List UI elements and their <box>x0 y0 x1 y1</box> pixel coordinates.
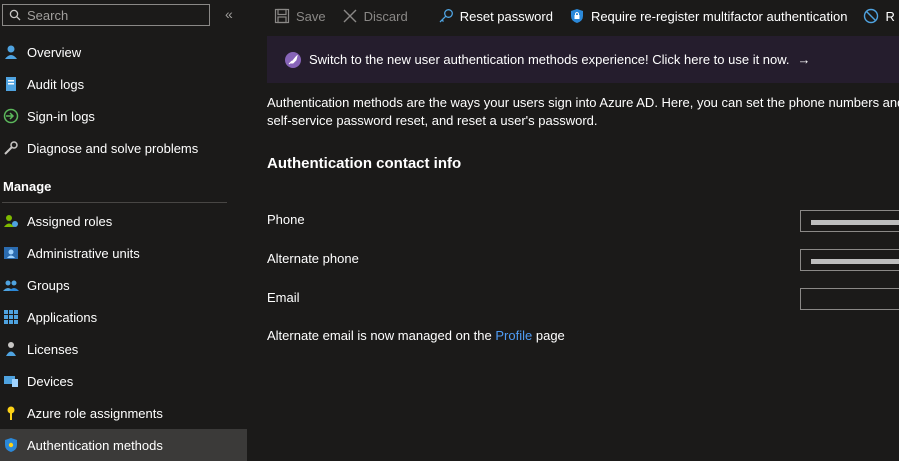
search-icon <box>9 9 21 21</box>
sidebar-item-label: Authentication methods <box>27 437 163 453</box>
sidebar-item-label: Diagnose and solve problems <box>27 140 199 156</box>
alternate-phone-label: Alternate phone <box>267 251 359 266</box>
sidebar-item-devices[interactable]: Devices <box>0 365 247 397</box>
email-label: Email <box>267 290 300 305</box>
devices-icon <box>3 373 19 389</box>
sidebar-item-authentication-methods[interactable]: Authentication methods <box>0 429 247 461</box>
redacted-value <box>811 220 899 225</box>
sidebar-item-licenses[interactable]: Licenses <box>0 333 247 365</box>
phone-label: Phone <box>267 212 305 227</box>
sidebar-item-label: Licenses <box>27 341 79 357</box>
new-experience-banner[interactable]: Switch to the new user authentication me… <box>267 36 899 83</box>
revoke-button[interactable]: R <box>863 8 895 24</box>
audit-log-icon <box>3 76 19 92</box>
sidebar-item-label: Azure role assignments <box>27 405 163 421</box>
note-suffix: page <box>535 328 565 343</box>
email-field[interactable] <box>800 288 899 310</box>
admin-units-icon <box>3 245 19 261</box>
key-icon <box>3 405 19 421</box>
sidebar-item-label: Administrative units <box>27 245 140 261</box>
key-outline-icon <box>439 9 453 23</box>
manage-section-title: Manage <box>3 179 52 194</box>
sidebar-item-administrative-units[interactable]: Administrative units <box>0 237 247 269</box>
wrench-icon <box>3 140 19 156</box>
sidebar: Search « Overview Audit logs Sign-in log… <box>0 0 247 461</box>
phone-field[interactable] <box>800 210 899 232</box>
banner-text: Switch to the new user authentication me… <box>309 52 790 67</box>
licenses-icon <box>3 341 19 357</box>
save-label: Save <box>296 8 326 24</box>
section-heading: Authentication contact info <box>267 155 462 172</box>
alternate-email-note: Alternate email is now managed on the Pr… <box>267 328 565 343</box>
search-placeholder: Search <box>27 7 69 23</box>
require-mfa-button[interactable]: Require re-register multifactor authenti… <box>569 8 848 24</box>
main-content: Save Discard Reset password Require re-r… <box>247 0 899 456</box>
redacted-value <box>811 259 899 264</box>
sidebar-item-label: Audit logs <box>27 76 85 92</box>
alternate-phone-field[interactable] <box>800 249 899 271</box>
profile-link[interactable]: Profile <box>495 328 532 343</box>
sidebar-item-diagnose[interactable]: Diagnose and solve problems <box>0 132 247 164</box>
close-icon <box>343 9 357 23</box>
intro-line-1: Authentication methods are the ways your… <box>267 95 899 110</box>
reset-password-button[interactable]: Reset password <box>438 8 553 24</box>
sidebar-item-audit-logs[interactable]: Audit logs <box>0 68 247 100</box>
block-icon <box>864 8 879 24</box>
sidebar-item-azure-role-assignments[interactable]: Azure role assignments <box>0 397 247 429</box>
command-bar: Save Discard Reset password Require re-r… <box>247 0 899 32</box>
note-prefix: Alternate email is now managed on the <box>267 328 492 343</box>
arrow-right-icon: → <box>797 52 811 67</box>
shield-icon <box>3 437 19 453</box>
intro-line-2: self-service password reset, and reset a… <box>267 113 598 128</box>
revoke-label: R <box>885 8 895 24</box>
intro-text: Authentication methods are the ways your… <box>267 94 899 130</box>
lock-shield-icon <box>570 9 583 23</box>
sidebar-item-sign-in-logs[interactable]: Sign-in logs <box>0 100 247 132</box>
person-role-icon <box>3 213 19 229</box>
sidebar-item-groups[interactable]: Groups <box>0 269 247 301</box>
sidebar-item-applications[interactable]: Applications <box>0 301 247 333</box>
groups-icon <box>3 277 19 293</box>
sidebar-item-label: Devices <box>27 373 74 389</box>
sign-in-icon <box>3 108 19 124</box>
discard-label: Discard <box>363 8 408 24</box>
search-input[interactable]: Search <box>2 4 210 26</box>
sidebar-item-assigned-roles[interactable]: Assigned roles <box>0 205 247 237</box>
sidebar-item-label: Groups <box>27 277 70 293</box>
sidebar-item-label: Assigned roles <box>27 213 113 229</box>
discard-button[interactable]: Discard <box>342 8 408 24</box>
collapse-sidebar-button[interactable]: « <box>225 6 233 22</box>
sidebar-item-overview[interactable]: Overview <box>0 36 247 68</box>
sidebar-divider <box>2 202 227 203</box>
sidebar-item-label: Sign-in logs <box>27 108 95 124</box>
reset-password-label: Reset password <box>459 8 553 24</box>
save-button[interactable]: Save <box>274 8 326 24</box>
require-mfa-label: Require re-register multifactor authenti… <box>590 8 848 24</box>
rocket-icon <box>285 51 301 68</box>
save-icon <box>274 8 290 24</box>
sidebar-item-label: Applications <box>27 309 98 325</box>
info-person-icon <box>3 44 19 60</box>
sidebar-item-label: Overview <box>27 44 82 60</box>
apps-grid-icon <box>3 309 19 325</box>
